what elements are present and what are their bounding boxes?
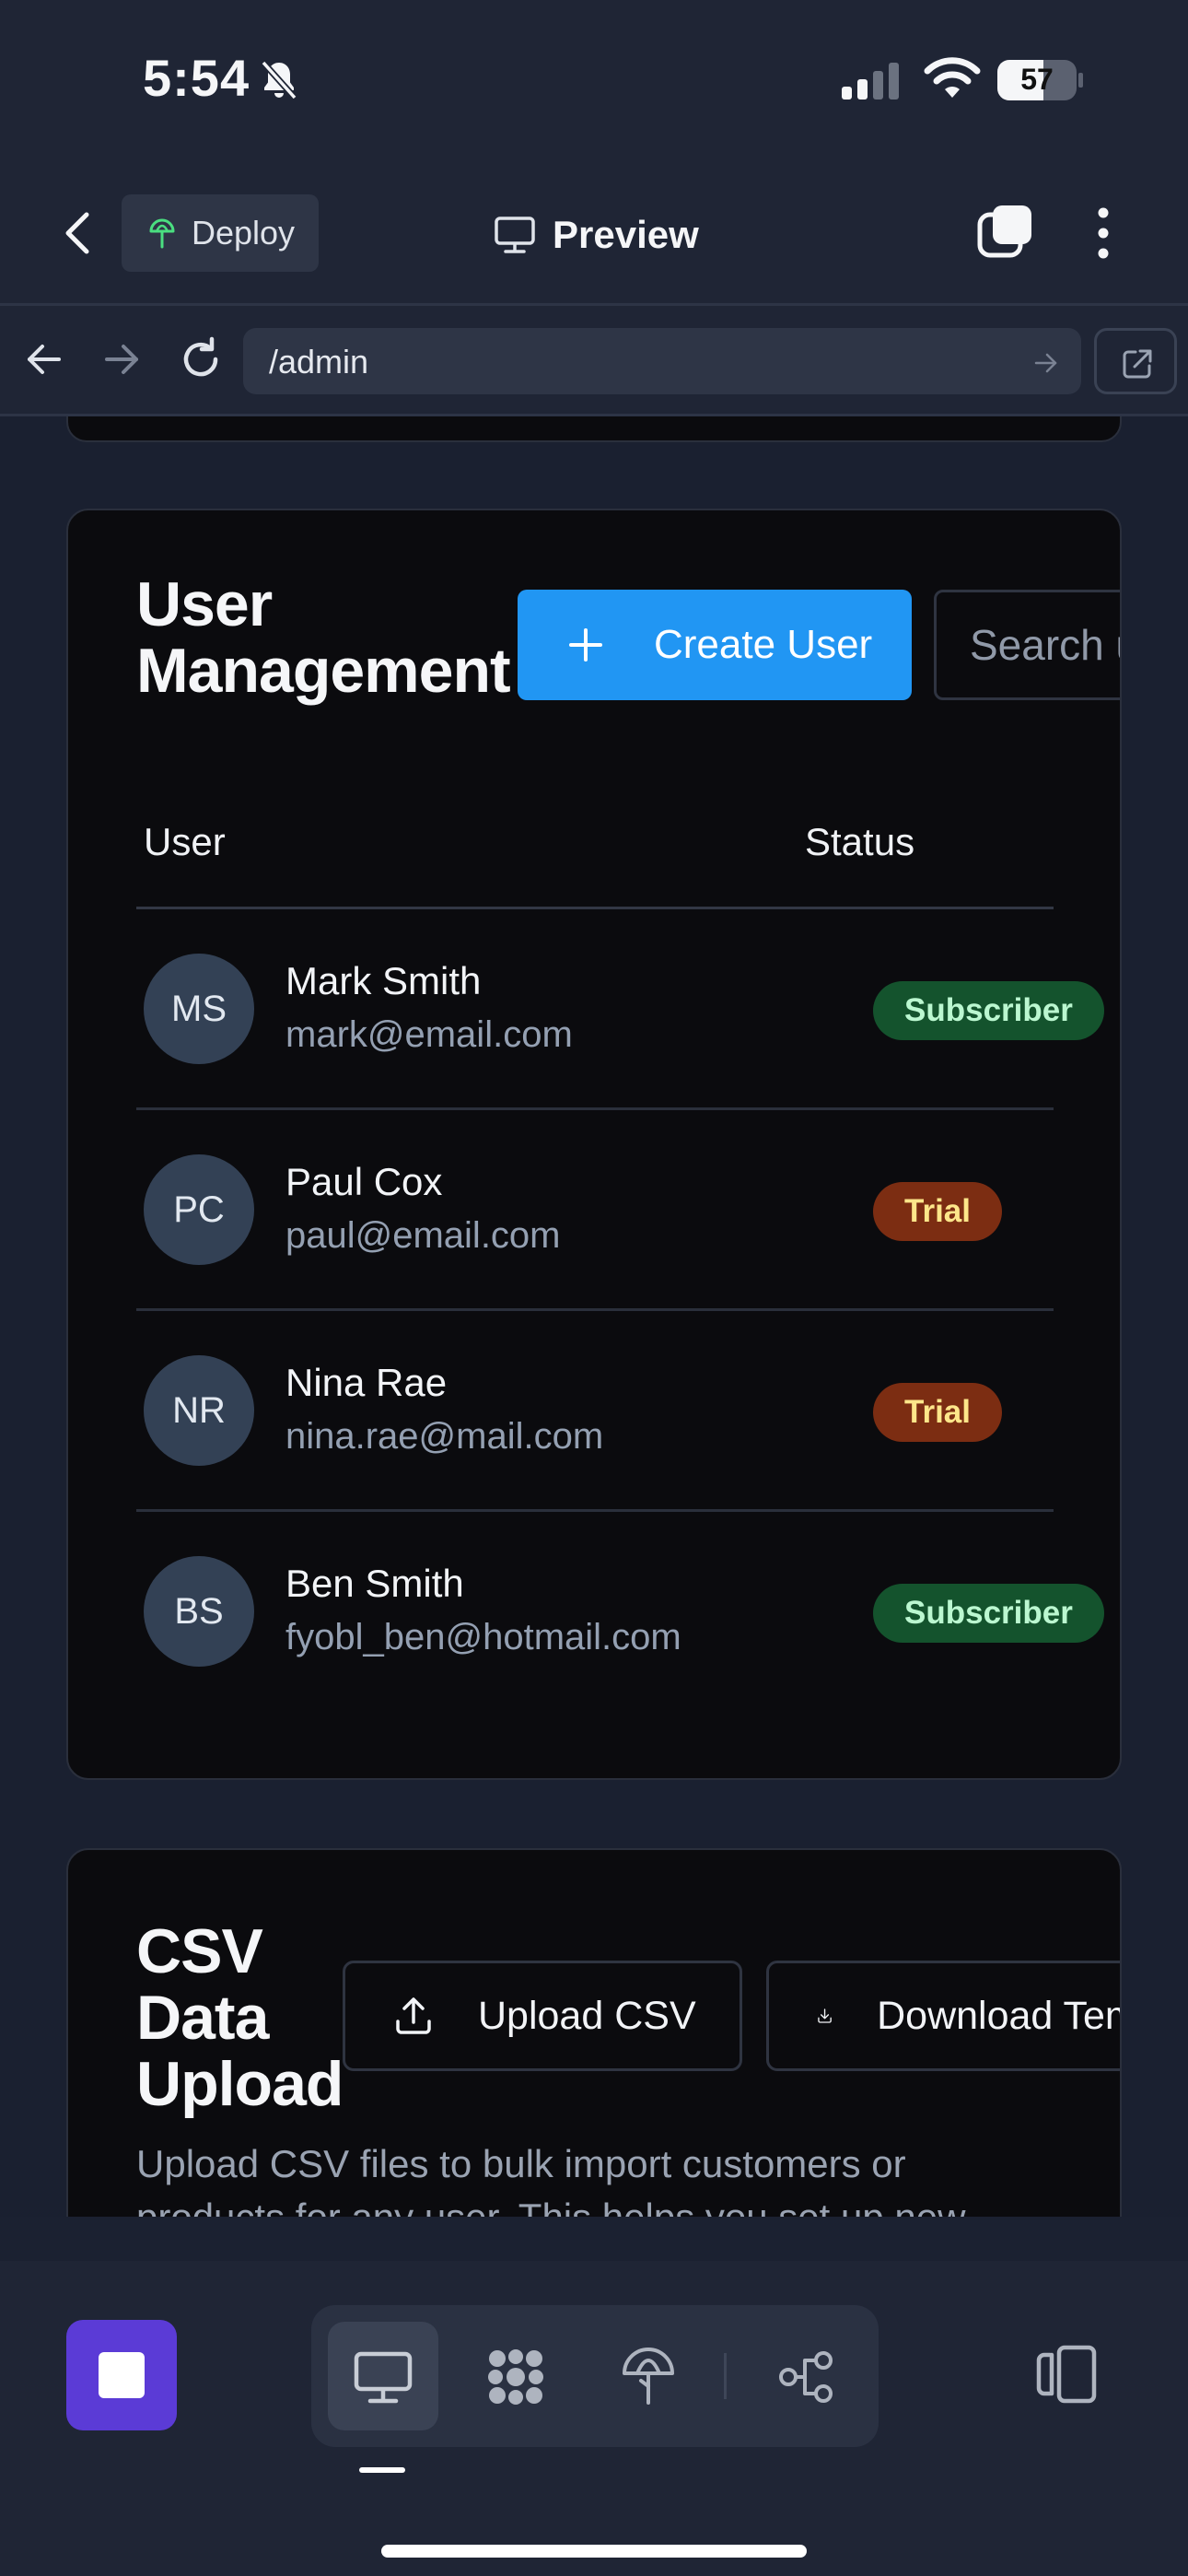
user-name: Paul Cox bbox=[285, 1160, 443, 1203]
deploy-tree-icon bbox=[623, 2348, 674, 2405]
stop-icon bbox=[99, 2352, 145, 2398]
arrow-right-icon[interactable] bbox=[101, 339, 142, 380]
plus-icon bbox=[569, 628, 602, 662]
table-row[interactable]: PC Paul Cox paul@email.com Trial bbox=[136, 1110, 1054, 1311]
create-user-label: Create User bbox=[654, 622, 873, 667]
status-badge: Trial bbox=[873, 1182, 1002, 1241]
status-bar: 5:54 57 bbox=[0, 0, 1188, 161]
view-switcher bbox=[311, 2305, 879, 2447]
view-workflow-tab[interactable] bbox=[751, 2322, 862, 2430]
upload-icon bbox=[396, 1997, 431, 2034]
split-view-icon[interactable] bbox=[1031, 2342, 1100, 2406]
bell-muted-icon bbox=[261, 60, 297, 100]
column-header-user: User bbox=[144, 820, 226, 863]
avatar: MS bbox=[144, 954, 254, 1064]
user-email: fyobl_ben@hotmail.com bbox=[285, 1617, 681, 1657]
url-text[interactable]: /admin bbox=[269, 343, 368, 381]
page-content: User Management Create User User Status … bbox=[0, 416, 1188, 2217]
browser-bar: /admin bbox=[0, 306, 1188, 416]
preview-title: Preview bbox=[494, 209, 699, 261]
stop-button[interactable] bbox=[66, 2320, 177, 2430]
back-chevron-icon[interactable] bbox=[55, 205, 101, 261]
user-name: Nina Rae bbox=[285, 1361, 448, 1404]
deploy-label: Deploy bbox=[192, 214, 296, 252]
deploy-button[interactable]: Deploy bbox=[122, 194, 319, 272]
view-grid-tab[interactable] bbox=[460, 2322, 571, 2430]
deploy-icon bbox=[149, 218, 175, 249]
desktop-icon bbox=[354, 2351, 413, 2404]
user-email: nina.rae@mail.com bbox=[285, 1416, 604, 1457]
user-email: mark@email.com bbox=[285, 1014, 573, 1055]
user-name: Mark Smith bbox=[285, 959, 482, 1002]
search-users-input[interactable] bbox=[934, 590, 1120, 700]
active-view-indicator bbox=[359, 2467, 405, 2473]
grid-icon bbox=[488, 2349, 543, 2405]
csv-upload-card: CSV Data Upload Upload CSV Download Temp… bbox=[66, 1848, 1122, 2217]
home-indicator bbox=[381, 2545, 807, 2558]
arrow-left-icon[interactable] bbox=[24, 339, 64, 380]
monitor-icon bbox=[495, 217, 535, 253]
view-deploy-tab[interactable] bbox=[593, 2322, 704, 2430]
cellular-signal-icon bbox=[842, 63, 899, 100]
status-time: 5:54 bbox=[143, 49, 250, 107]
table-row[interactable]: BS Ben Smith fyobl_ben@hotmail.com Subsc… bbox=[136, 1512, 1104, 1713]
table-row[interactable]: MS Mark Smith mark@email.com Subscriber bbox=[136, 909, 1104, 1110]
more-options-icon[interactable] bbox=[1087, 204, 1120, 263]
url-bar[interactable]: /admin bbox=[243, 328, 1081, 394]
tabs-switcher-icon[interactable] bbox=[976, 202, 1035, 261]
avatar: NR bbox=[144, 1355, 254, 1466]
status-badge: Subscriber bbox=[873, 981, 1104, 1040]
reload-icon[interactable] bbox=[177, 335, 225, 383]
download-icon bbox=[818, 2008, 832, 2023]
bottom-dock bbox=[0, 2261, 1188, 2576]
view-desktop-tab[interactable] bbox=[328, 2322, 438, 2430]
open-external-button[interactable] bbox=[1094, 328, 1177, 394]
external-link-icon bbox=[1123, 349, 1152, 379]
app-bar: Deploy Preview bbox=[0, 161, 1188, 306]
download-template-label: Download Template bbox=[877, 1993, 1120, 2038]
avatar: PC bbox=[144, 1154, 254, 1265]
status-badge: Trial bbox=[873, 1383, 1002, 1442]
download-template-button[interactable]: Download Template bbox=[766, 1961, 1120, 2071]
workflow-icon bbox=[779, 2351, 833, 2403]
battery-level: 57 bbox=[1020, 63, 1054, 96]
preview-title-label: Preview bbox=[553, 213, 699, 256]
view-switcher-divider bbox=[724, 2353, 727, 2399]
previous-card bbox=[66, 416, 1122, 442]
user-management-card: User Management Create User User Status … bbox=[66, 509, 1122, 1780]
user-name: Ben Smith bbox=[285, 1562, 464, 1605]
status-badge: Subscriber bbox=[873, 1584, 1104, 1643]
csv-upload-title: CSV Data Upload bbox=[136, 1916, 344, 2119]
avatar: BS bbox=[144, 1556, 254, 1667]
user-management-title: User Management bbox=[136, 569, 511, 706]
battery-indicator: 57 bbox=[996, 59, 1085, 101]
go-arrow-icon[interactable] bbox=[1033, 350, 1059, 376]
upload-csv-button[interactable]: Upload CSV bbox=[343, 1961, 742, 2071]
user-email: paul@email.com bbox=[285, 1215, 561, 1256]
upload-csv-label: Upload CSV bbox=[478, 1993, 696, 2038]
table-row[interactable]: NR Nina Rae nina.rae@mail.com Trial bbox=[136, 1311, 1054, 1512]
csv-upload-description: Upload CSV files to bulk import customer… bbox=[136, 2142, 965, 2217]
column-header-status: Status bbox=[805, 820, 915, 863]
create-user-button[interactable]: Create User bbox=[518, 590, 912, 700]
wifi-icon bbox=[924, 57, 981, 98]
